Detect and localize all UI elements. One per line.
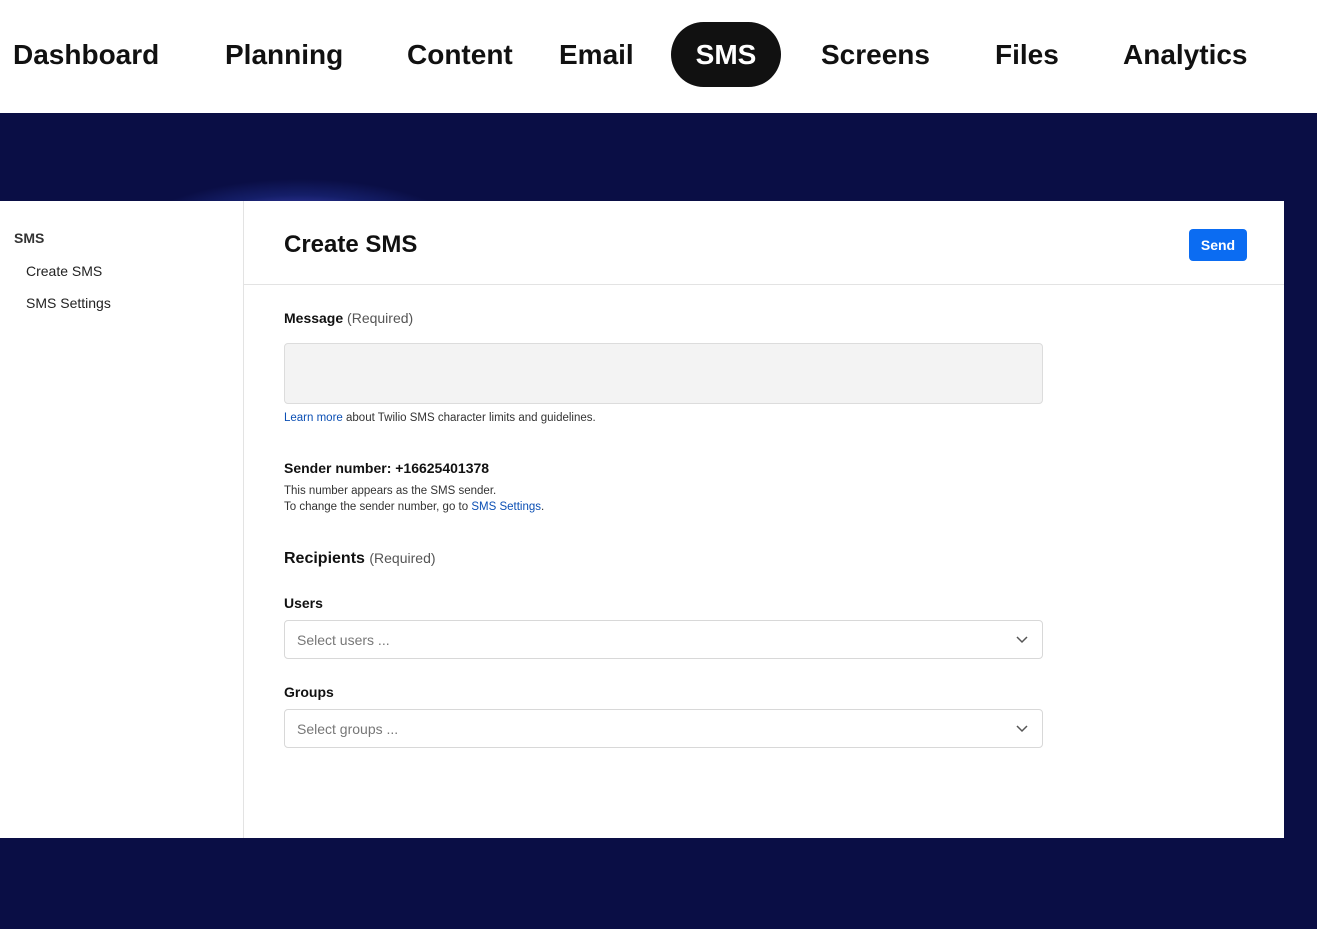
nav-content[interactable]: Content bbox=[407, 22, 513, 87]
nav-screens[interactable]: Screens bbox=[821, 22, 930, 87]
message-help: Learn more about Twilio SMS character li… bbox=[284, 412, 596, 424]
message-input[interactable] bbox=[284, 343, 1043, 404]
message-help-text: about Twilio SMS character limits and gu… bbox=[342, 412, 596, 424]
sidebar: SMS Create SMS SMS Settings bbox=[0, 201, 244, 838]
send-button[interactable]: Send bbox=[1189, 229, 1247, 261]
message-label-text: Message bbox=[284, 310, 344, 326]
nav-email[interactable]: Email bbox=[559, 22, 634, 87]
groups-label: Groups bbox=[284, 684, 334, 700]
sidebar-item-sms-settings[interactable]: SMS Settings bbox=[26, 295, 111, 311]
sidebar-heading: SMS bbox=[14, 230, 45, 246]
sms-settings-link[interactable]: SMS Settings bbox=[471, 501, 541, 513]
message-label: Message (Required) bbox=[284, 310, 413, 326]
groups-select[interactable]: Select groups ... bbox=[284, 709, 1043, 748]
nav-planning[interactable]: Planning bbox=[225, 22, 343, 87]
content-panel: SMS Create SMS SMS Settings Create SMS S… bbox=[0, 201, 1284, 838]
sender-info-line2: To change the sender number, go to SMS S… bbox=[284, 501, 544, 513]
bottom-background bbox=[0, 838, 1317, 929]
hero-banner bbox=[0, 113, 1317, 201]
nav-sms[interactable]: SMS bbox=[671, 22, 781, 87]
learn-more-link[interactable]: Learn more bbox=[284, 412, 343, 424]
sender-info-line1: This number appears as the SMS sender. bbox=[284, 485, 497, 497]
nav-dashboard[interactable]: Dashboard bbox=[13, 22, 159, 87]
sender-info-suffix: . bbox=[541, 501, 545, 513]
groups-placeholder: Select groups ... bbox=[297, 721, 399, 737]
page-title: Create SMS bbox=[284, 231, 418, 258]
recipients-required: (Required) bbox=[369, 550, 436, 566]
users-select[interactable]: Select users ... bbox=[284, 620, 1043, 659]
nav-analytics[interactable]: Analytics bbox=[1123, 22, 1248, 87]
sender-number-label: Sender number: +16625401378 bbox=[284, 460, 490, 476]
sidebar-item-create-sms[interactable]: Create SMS bbox=[26, 263, 102, 279]
hero-glow bbox=[60, 143, 540, 201]
sender-info-prefix: To change the sender number, go to bbox=[284, 501, 472, 513]
message-required: (Required) bbox=[347, 310, 414, 326]
users-label: Users bbox=[284, 595, 323, 611]
users-placeholder: Select users ... bbox=[297, 632, 390, 648]
recipients-label: Recipients (Required) bbox=[284, 550, 436, 568]
chevron-down-icon bbox=[1016, 725, 1028, 733]
chevron-down-icon bbox=[1016, 636, 1028, 644]
top-navigation: Dashboard Planning Content Email SMS Scr… bbox=[0, 0, 1317, 113]
recipients-label-text: Recipients bbox=[284, 550, 365, 567]
page-header: Create SMS Send bbox=[244, 201, 1284, 285]
nav-files[interactable]: Files bbox=[995, 22, 1059, 87]
main-content: Create SMS Send Message (Required) Learn… bbox=[244, 201, 1284, 838]
